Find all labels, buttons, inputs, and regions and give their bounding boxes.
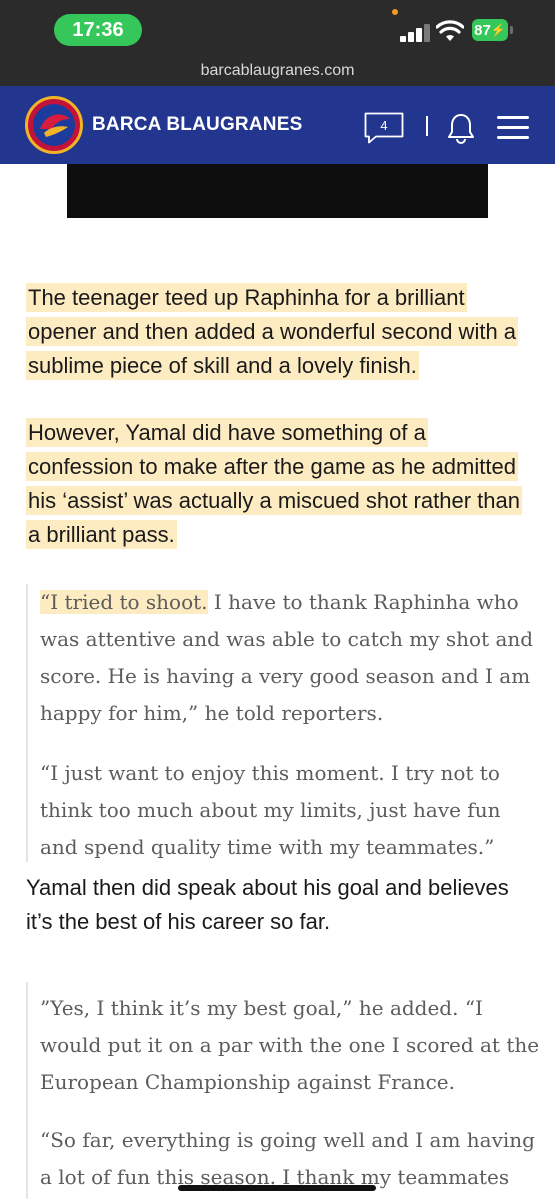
- quote-text: “I just want to enjoy this moment. I try…: [40, 761, 501, 859]
- paragraph-text: Yamal then did speak about his goal and …: [26, 875, 509, 934]
- menu-icon[interactable]: [497, 114, 529, 140]
- url-text: barcablaugranes.com: [200, 62, 355, 79]
- blockquote-3: ”Yes, I think it’s my best goal,” he add…: [40, 990, 540, 1101]
- battery-nub: [510, 26, 513, 34]
- comment-count: 4: [380, 117, 388, 133]
- status-bar: 17:36 87 ⚡: [0, 0, 555, 56]
- status-time[interactable]: 17:36: [54, 14, 142, 46]
- highlighted-text: The teenager teed up Raphinha for a bril…: [26, 283, 519, 380]
- article-paragraph-3: Yamal then did speak about his goal and …: [26, 871, 536, 939]
- article-paragraph-1: The teenager teed up Raphinha for a bril…: [26, 281, 536, 383]
- article-paragraph-2: However, Yamal did have something of a c…: [26, 416, 536, 552]
- site-brand-name[interactable]: BARCA BLAUGRANES: [92, 114, 302, 136]
- bell-icon[interactable]: [446, 112, 476, 144]
- quote-text: ”Yes, I think it’s my best goal,” he add…: [40, 996, 540, 1094]
- quote-text: “So far, everything is going well and I …: [40, 1128, 535, 1189]
- logo-icon[interactable]: [25, 96, 83, 154]
- cellular-signal-icon: [398, 22, 430, 42]
- blockquote-bar: [26, 584, 28, 862]
- wifi-icon: [436, 20, 464, 41]
- blockquote-2: “I just want to enjoy this moment. I try…: [40, 755, 540, 866]
- privacy-indicator-dot: [392, 9, 398, 15]
- header-divider: [426, 116, 428, 136]
- battery-indicator: 87 ⚡: [472, 19, 508, 41]
- highlighted-text: However, Yamal did have something of a c…: [26, 418, 522, 549]
- home-indicator[interactable]: [178, 1185, 376, 1191]
- address-bar[interactable]: barcablaugranes.com: [0, 56, 555, 86]
- highlighted-quote-text: “I tried to shoot.: [40, 590, 208, 614]
- battery-level: 87: [474, 21, 491, 39]
- charging-bolt-icon: ⚡: [490, 23, 506, 37]
- video-embed[interactable]: [67, 164, 488, 218]
- blockquote-1: “I tried to shoot. I have to thank Raphi…: [40, 584, 540, 732]
- site-header: BARCA BLAUGRANES 4: [0, 86, 555, 164]
- blockquote-bar: [26, 982, 28, 1199]
